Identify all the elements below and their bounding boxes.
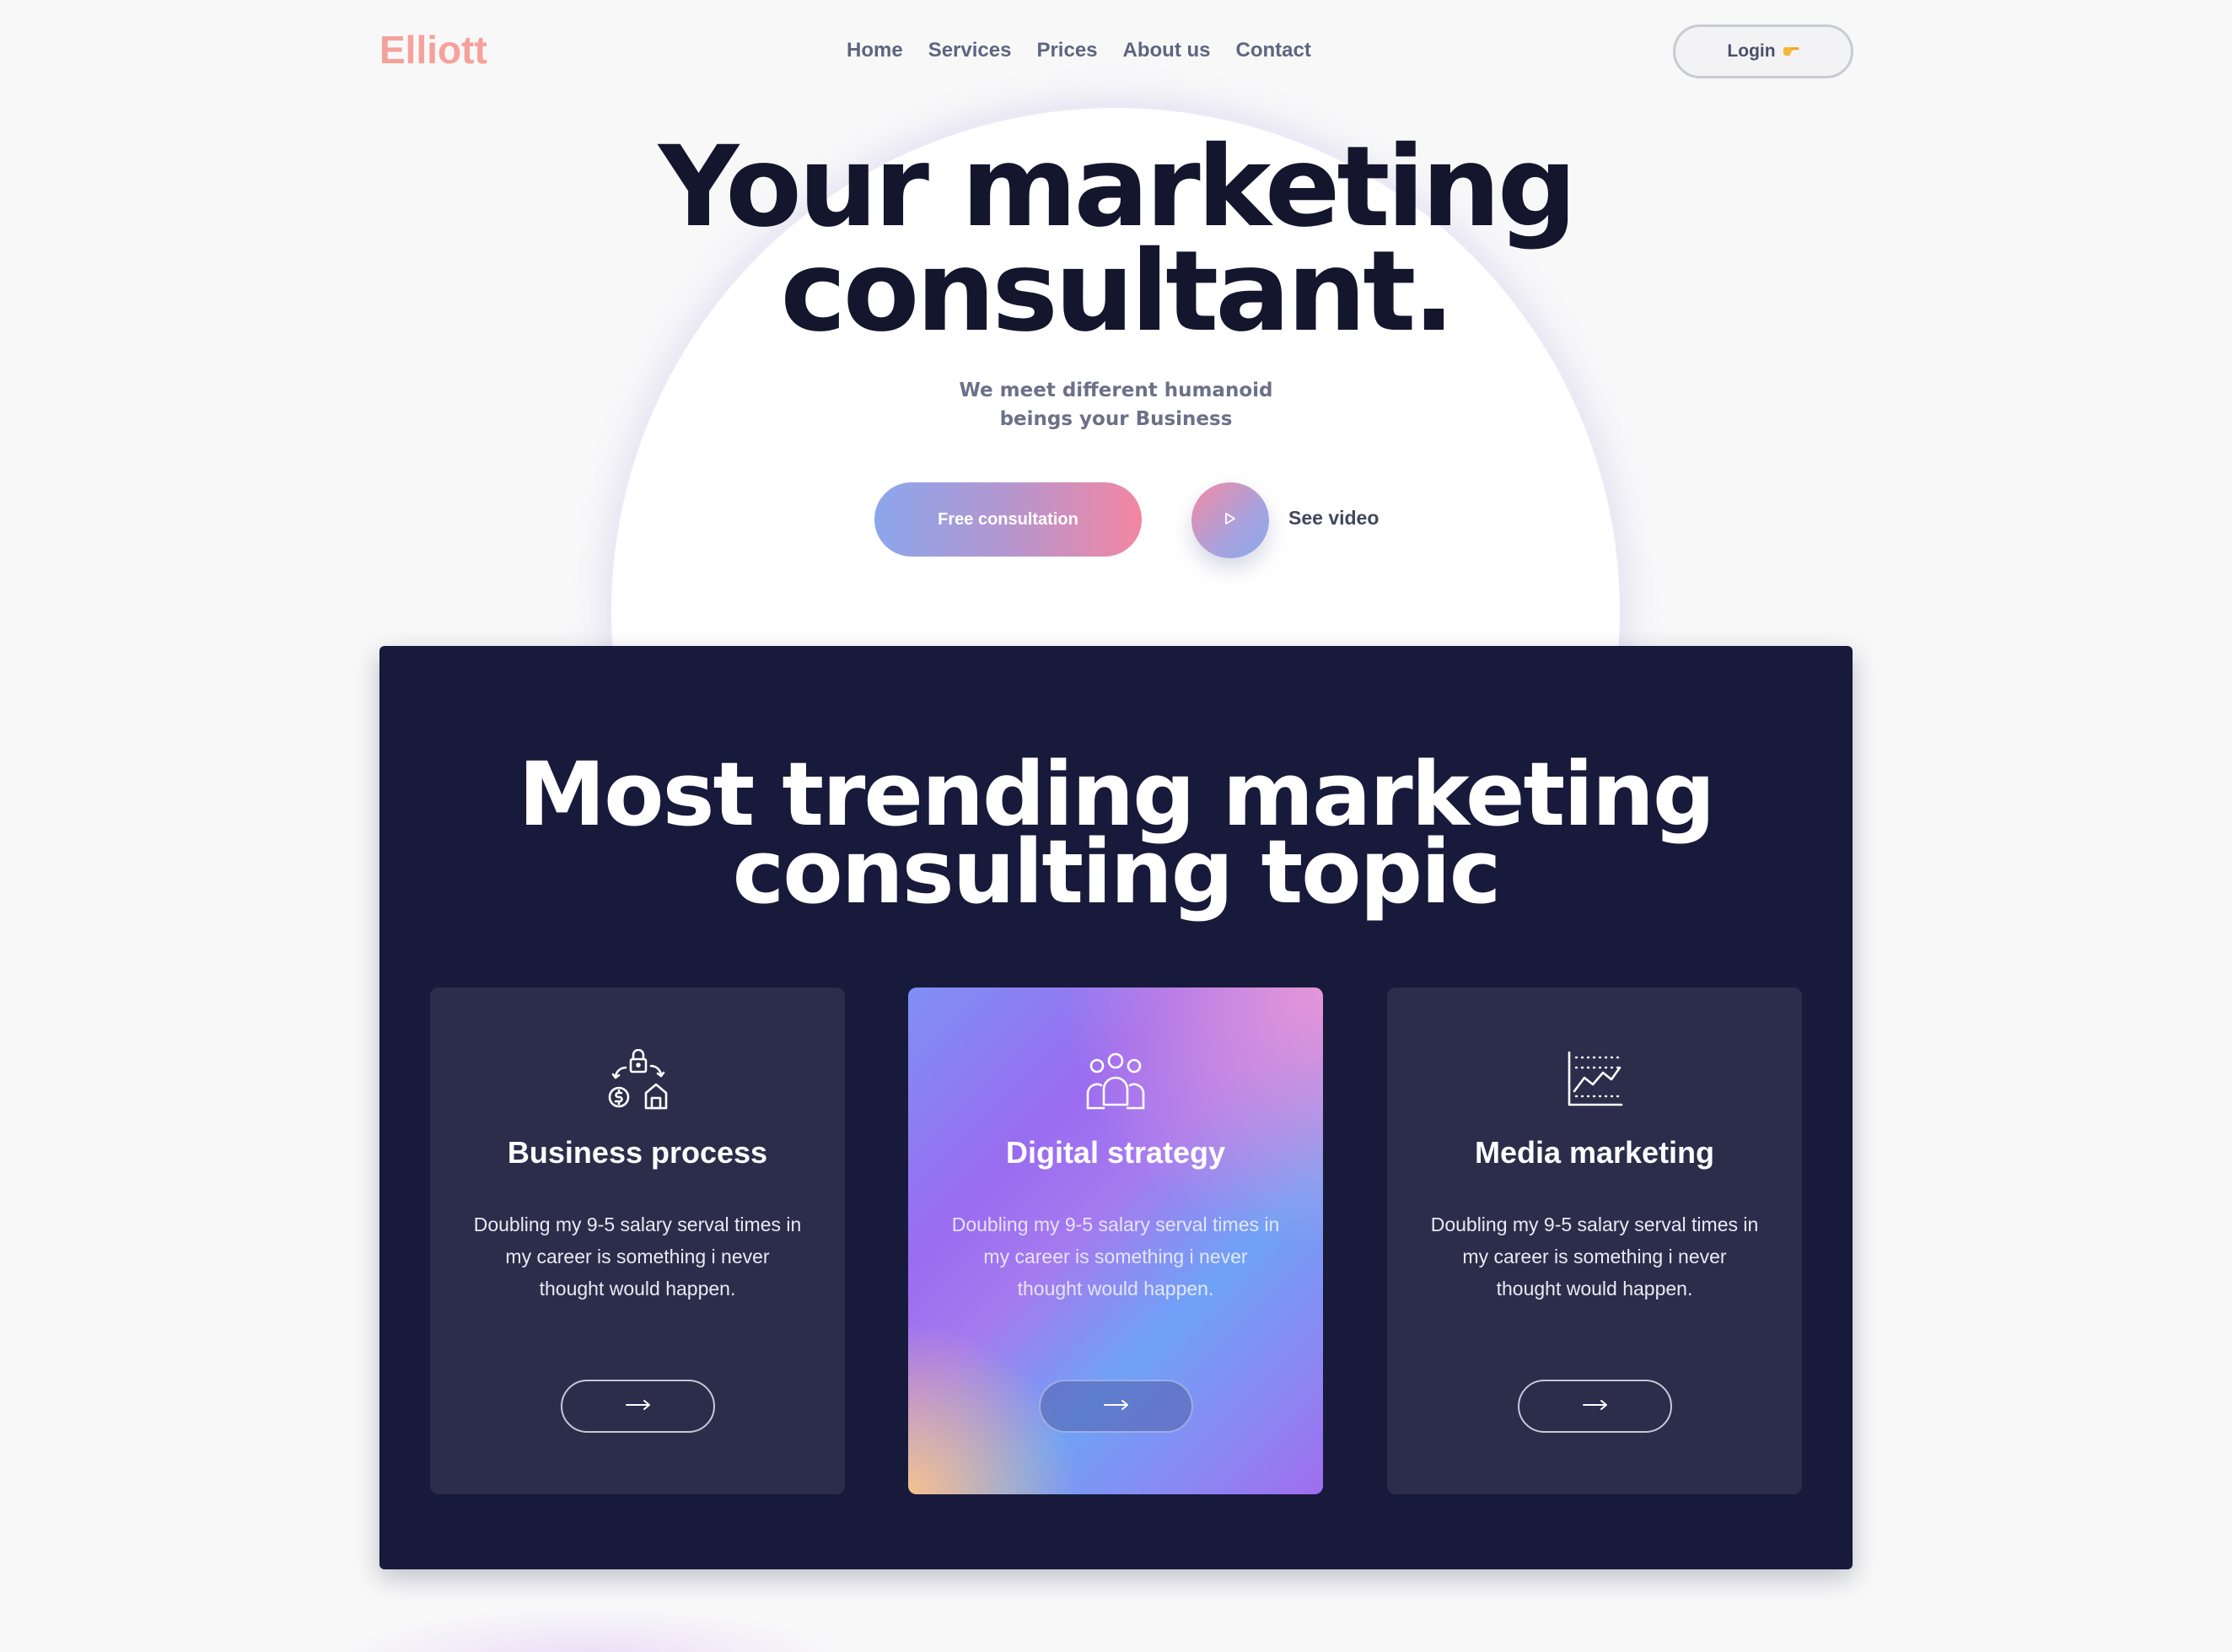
brand-logo[interactable]: Elliott bbox=[379, 27, 487, 73]
nav-item-services[interactable]: Services bbox=[928, 39, 1012, 62]
free-consultation-button[interactable]: Free consultation bbox=[874, 482, 1142, 557]
card-title: Digital strategy bbox=[1005, 1135, 1226, 1170]
arrow-right-icon bbox=[1582, 1399, 1609, 1413]
team-people-icon bbox=[908, 1049, 1323, 1113]
section-title: Most trending marketing consulting topic bbox=[379, 751, 1853, 916]
card-business-process: Business process Doubling my 9-5 salary … bbox=[430, 987, 845, 1494]
hero-subtitle: We meet different humanoid beings your B… bbox=[0, 376, 2232, 433]
hero-subtitle-line-1: We meet different humanoid bbox=[959, 379, 1273, 401]
nav-item-about-us[interactable]: About us bbox=[1123, 39, 1211, 62]
chart-growth-icon bbox=[1387, 1049, 1802, 1110]
business-process-icon bbox=[430, 1049, 845, 1113]
nav-item-prices[interactable]: Prices bbox=[1036, 39, 1097, 62]
card-description: Doubling my 9-5 salary serval times in m… bbox=[473, 1213, 802, 1300]
nav-item-contact[interactable]: Contact bbox=[1236, 39, 1311, 62]
card-title: Media marketing bbox=[1474, 1135, 1715, 1170]
card-arrow-button[interactable] bbox=[561, 1380, 715, 1433]
main-nav: Home Services Prices About us Contact bbox=[847, 39, 1311, 62]
card-media-marketing: Media marketing Doubling my 9-5 salary s… bbox=[1387, 987, 1802, 1494]
login-label: Login bbox=[1727, 41, 1776, 61]
trending-topics-section: Most trending marketing consulting topic bbox=[379, 646, 1853, 1569]
login-button[interactable]: Login bbox=[1673, 24, 1853, 78]
bottom-glow bbox=[337, 1606, 843, 1652]
hero-title-line-1: Your marketing bbox=[658, 122, 1577, 252]
hero-title: Your marketing consultant. bbox=[0, 122, 2232, 357]
hero-title-line-2: consultant. bbox=[780, 227, 1455, 357]
pointing-hand-icon bbox=[1783, 41, 1799, 62]
card-description: Doubling my 9-5 salary serval times in m… bbox=[1430, 1213, 1759, 1300]
card-digital-strategy: Digital strategy Doubling my 9-5 salary … bbox=[908, 987, 1323, 1494]
card-arrow-button[interactable] bbox=[1518, 1380, 1672, 1433]
play-icon bbox=[1224, 512, 1237, 530]
card-arrow-button[interactable] bbox=[1039, 1380, 1193, 1433]
hero-subtitle-line-2: beings your Business bbox=[999, 408, 1233, 430]
arrow-right-icon bbox=[625, 1399, 652, 1413]
see-video-link[interactable]: See video bbox=[1288, 507, 1379, 530]
card-description: Doubling my 9-5 salary serval times in m… bbox=[951, 1213, 1280, 1300]
nav-item-home[interactable]: Home bbox=[847, 39, 903, 62]
card-title: Business process bbox=[507, 1135, 768, 1170]
play-video-button[interactable] bbox=[1191, 482, 1269, 558]
arrow-right-icon bbox=[1103, 1399, 1130, 1413]
landing-page: Elliott Home Services Prices About us Co… bbox=[0, 0, 2232, 1652]
